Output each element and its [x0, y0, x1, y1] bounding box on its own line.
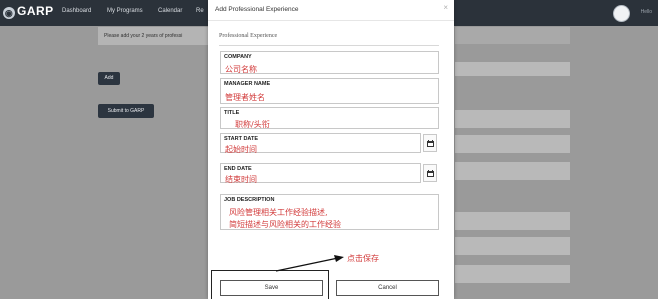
title-field[interactable]: TITLE 职称/头衔 [220, 107, 439, 129]
garp-logo[interactable]: ◉ GARP [3, 4, 54, 19]
background-panel [455, 265, 570, 283]
calendar-icon [427, 170, 434, 177]
submit-to-garp-button[interactable]: Submit to GARP [98, 104, 154, 118]
cancel-button[interactable]: Cancel [336, 280, 439, 296]
garp-logo-icon: ◉ [3, 7, 15, 19]
title-value: 职称/头衔 [235, 120, 270, 129]
nav-item-re[interactable]: Re [196, 8, 204, 14]
background-panel [455, 110, 570, 128]
user-name[interactable]: Hello [641, 9, 652, 15]
manager-name-value: 管理者姓名 [225, 93, 265, 102]
close-icon[interactable]: × [443, 3, 448, 12]
job-description-field[interactable]: JOB DESCRIPTION 风险管理相关工作经验描述, 简短描述与风险相关的… [220, 194, 439, 230]
modal-title: Add Professional Experience [215, 6, 299, 13]
manager-name-label: MANAGER NAME [224, 81, 271, 87]
nav-item-dashboard[interactable]: Dashboard [62, 8, 91, 14]
manager-name-field[interactable]: MANAGER NAME 管理者姓名 [220, 78, 439, 104]
background-panel [455, 62, 570, 76]
start-date-field[interactable]: START DATE 起始时间 [220, 133, 421, 154]
company-label: COMPANY [224, 54, 252, 60]
annotation-text: 点击保存 [347, 254, 379, 263]
title-label: TITLE [224, 110, 240, 116]
job-description-label: JOB DESCRIPTION [224, 197, 275, 203]
end-date-picker[interactable] [423, 164, 437, 182]
save-button[interactable]: Save [220, 280, 323, 296]
company-value: 公司名称 [225, 65, 257, 74]
background-panel [455, 162, 570, 180]
logo-text: GARP [17, 4, 54, 18]
calendar-icon [427, 140, 434, 147]
end-date-value: 结束时间 [225, 175, 257, 184]
nav-item-calendar[interactable]: Calendar [158, 8, 182, 14]
user-avatar[interactable] [613, 5, 630, 22]
nav-item-my-programs[interactable]: My Programs [107, 8, 143, 14]
end-date-label: END DATE [224, 166, 252, 172]
add-button[interactable]: Add [98, 72, 120, 85]
start-date-value: 起始时间 [225, 145, 257, 154]
job-description-line-2: 简短描述与风险相关的工作经验 [229, 220, 341, 229]
background-panel [455, 237, 570, 255]
background-panel [455, 135, 570, 153]
section-heading: Professional Experience [219, 33, 439, 46]
start-date-label: START DATE [224, 136, 259, 142]
annotation-arrow-icon [275, 255, 344, 272]
start-date-picker[interactable] [423, 134, 437, 152]
background-panel [455, 27, 570, 44]
modal-header: Add Professional Experience × [208, 0, 454, 21]
end-date-field[interactable]: END DATE 结束时间 [220, 163, 421, 184]
job-description-line-1: 风险管理相关工作经验描述, [229, 208, 328, 217]
requirement-notice: Please add your 2 years of professi [98, 27, 208, 45]
background-panel [455, 212, 570, 230]
company-field[interactable]: COMPANY 公司名称 [220, 51, 439, 74]
